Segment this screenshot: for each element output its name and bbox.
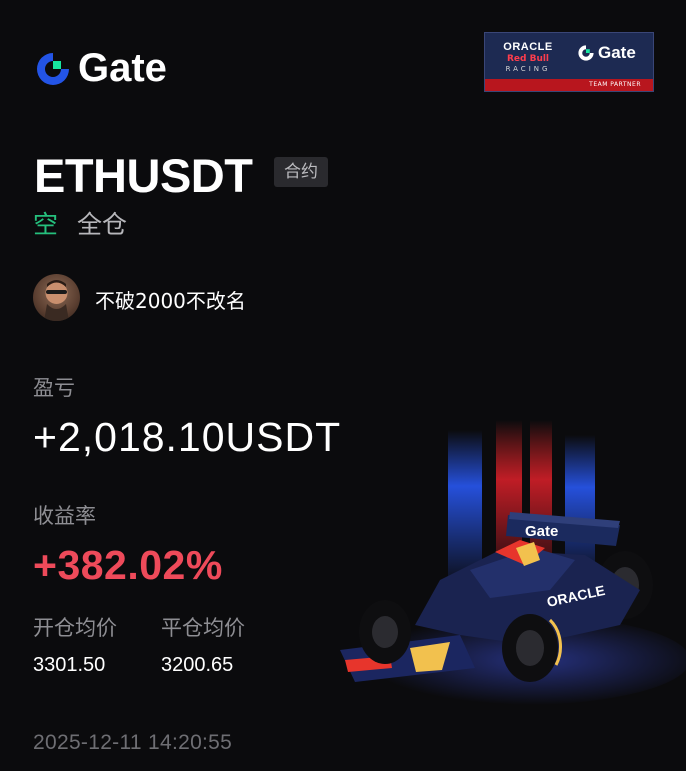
gate-logo-icon <box>37 52 69 85</box>
gate-logo-text: Gate <box>78 46 167 90</box>
contract-symbol: ETHUSDT <box>34 149 253 202</box>
partner-gate-text: Gate <box>598 43 636 62</box>
team-partner-strip: TEAM PARTNER <box>485 79 653 91</box>
open-price-label: 开仓均价 <box>33 616 117 640</box>
username: 不破2000不改名 <box>95 289 246 313</box>
car-livery-gate-text: Gate <box>525 523 558 540</box>
avatar <box>33 274 80 321</box>
f1-car-illustration: Gate ORACLE <box>340 420 686 705</box>
gate-small-icon <box>578 45 594 61</box>
position-side: 空 <box>33 210 59 239</box>
redbull-text: Red Bull <box>506 54 550 64</box>
timestamp: 2025-12-11 14:20:55 <box>33 731 233 754</box>
roi-value: +382.02% <box>33 542 223 588</box>
pnl-value: +2,018.10USDT <box>33 414 342 460</box>
team-partner-badge: ORACLE Red Bull RACING Gate TEAM PARTNER <box>484 32 654 92</box>
open-price-value: 3301.50 <box>33 654 106 676</box>
close-price-label: 平仓均价 <box>161 616 245 640</box>
oracle-redbull-racing-mark: ORACLE Red Bull RACING <box>485 33 571 81</box>
margin-mode: 全仓 <box>77 210 128 239</box>
close-price-value: 3200.65 <box>161 654 234 676</box>
gate-logo: Gate <box>34 46 167 91</box>
avatar-photo-icon <box>44 280 69 321</box>
contract-type-badge: 合约 <box>274 157 328 187</box>
racing-text: RACING <box>505 65 551 73</box>
roi-label: 收益率 <box>33 504 96 528</box>
oracle-text: ORACLE <box>503 41 553 53</box>
pnl-label: 盈亏 <box>33 376 75 400</box>
partner-gate-mark: Gate <box>577 43 636 63</box>
